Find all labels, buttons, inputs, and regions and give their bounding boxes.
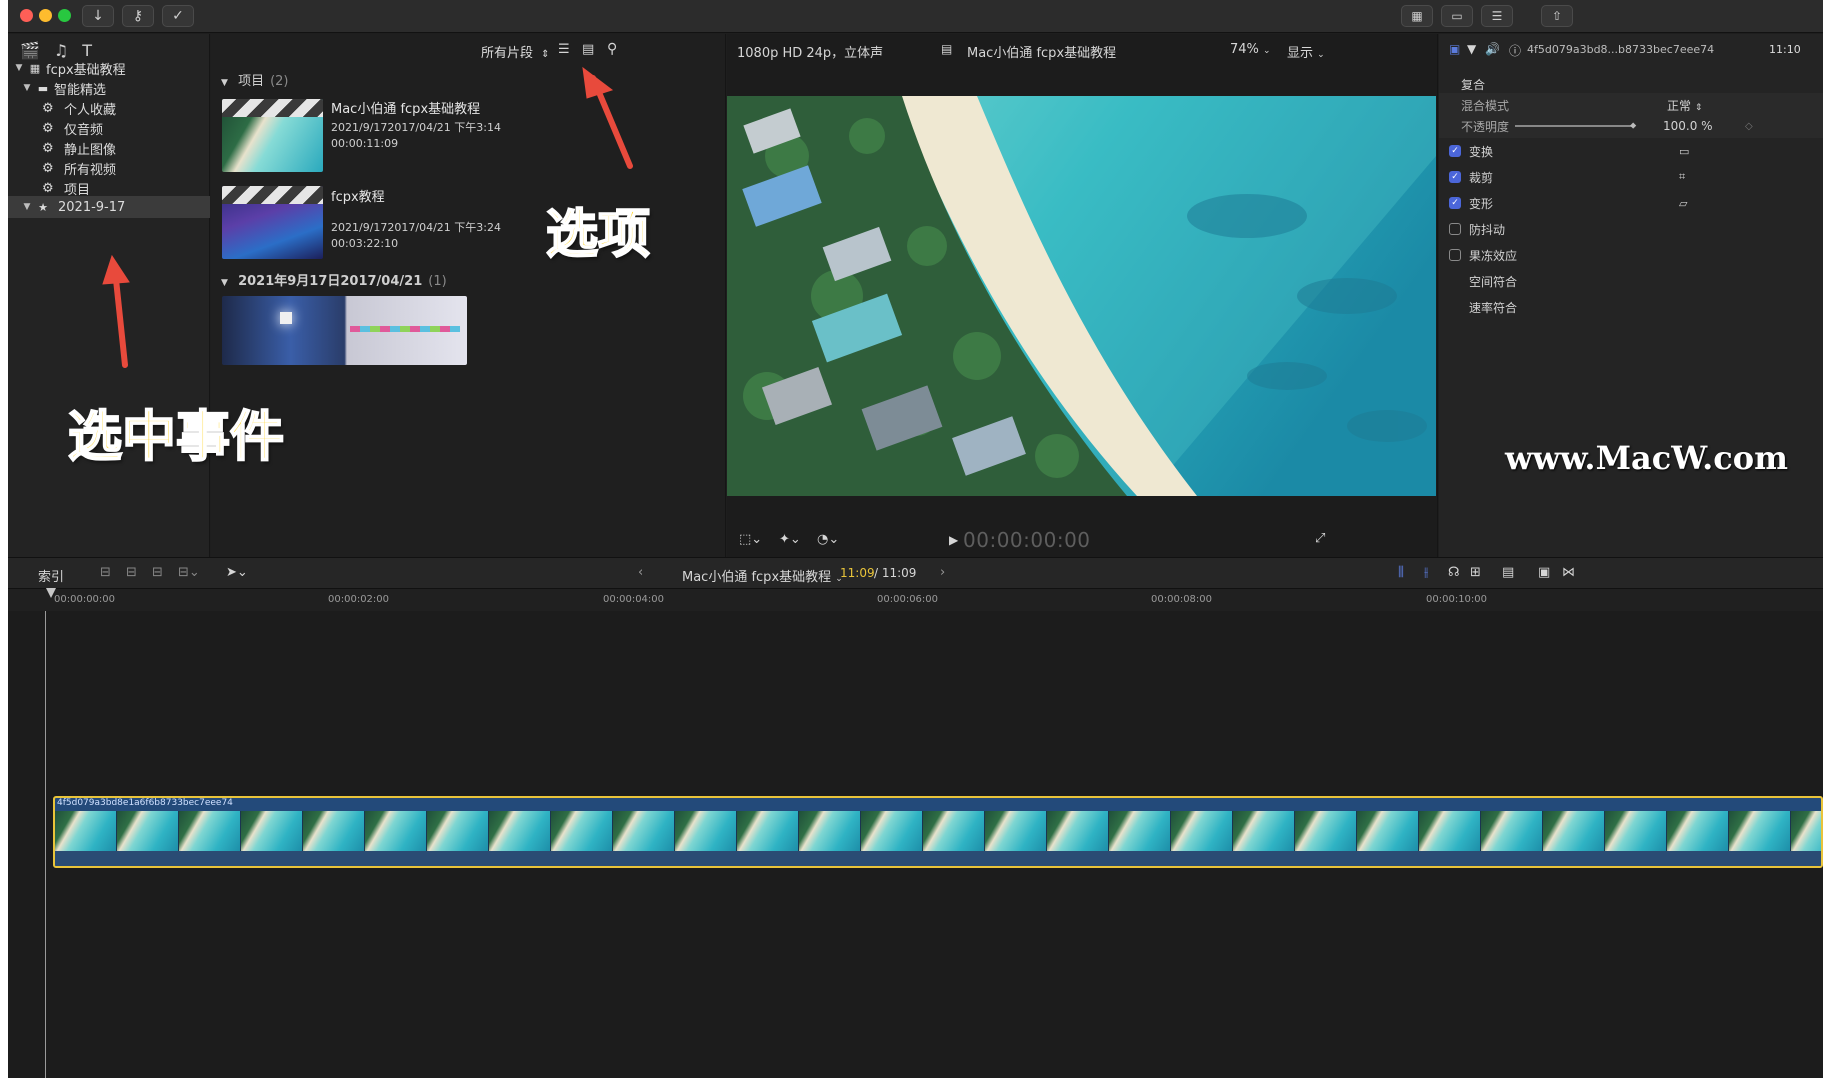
- annotation-options: 选项: [545, 204, 651, 266]
- arrow-to-event: [112, 267, 128, 368]
- arrow-head: [102, 254, 130, 285]
- arrow-head: [582, 66, 614, 99]
- annotation-arrows: [102, 66, 633, 368]
- fcpx-window: ↓ ⚷ ✓ ▦ ▭ ☰ ⇧ 🎬 ♫ T ▼ ▦ fcpx基础教程 ▼ ▬ 智能精…: [8, 0, 1823, 1078]
- annotation-select-event: 选中事件: [67, 404, 285, 469]
